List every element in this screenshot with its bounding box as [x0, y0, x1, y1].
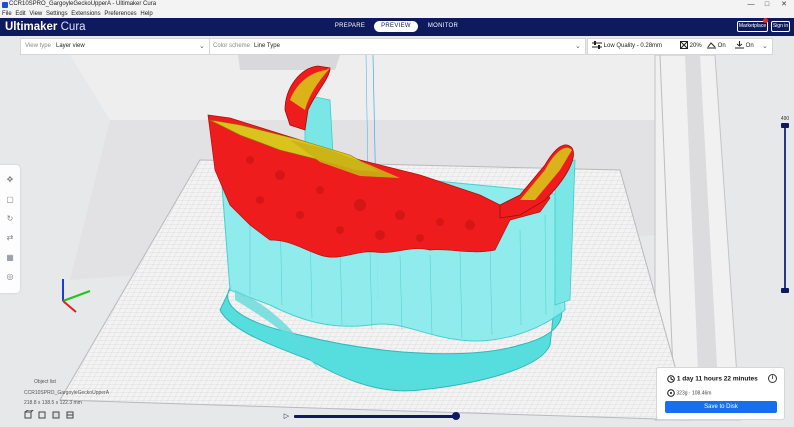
build-plate-viewport[interactable] [0, 0, 794, 427]
chevron-down-icon[interactable]: ⌄ [199, 39, 205, 54]
support-value: On [717, 43, 726, 49]
spool-icon [667, 389, 675, 397]
3d-view-icon[interactable] [24, 410, 34, 419]
infill-icon [680, 41, 688, 50]
maximize-button[interactable]: □ [760, 0, 774, 10]
material-estimate-row: 323g · 108.46m [667, 389, 711, 397]
sign-in-button[interactable]: Sign in [771, 21, 790, 32]
cura-logo: Ultimaker Cura [5, 21, 86, 33]
color-scheme-dropdown[interactable]: Line Type [254, 39, 280, 54]
menu-file[interactable]: File [2, 10, 12, 18]
print-info-icon[interactable]: i [768, 374, 777, 383]
menu-preferences[interactable]: Preferences [104, 10, 136, 18]
support-blocker-icon[interactable]: ◎ [5, 272, 15, 282]
cura-app-icon [2, 2, 8, 8]
layer-slider-top-handle[interactable] [781, 123, 789, 128]
tab-prepare[interactable]: PREPARE [333, 21, 367, 32]
object-dimensions: 218.8 x 138.5 x 122.3 mm [24, 400, 82, 406]
adhesion-value: On [745, 43, 754, 49]
menu-edit[interactable]: Edit [15, 10, 25, 18]
print-time: 1 day 11 hours 22 minutes [676, 375, 758, 383]
path-slider-handle[interactable] [452, 412, 460, 420]
clock-icon [667, 375, 675, 383]
app-header: Ultimaker Cura PREPARE PREVIEW MONITOR M… [0, 18, 794, 36]
move-tool-icon[interactable]: ✥ [5, 175, 15, 185]
window-title: CCR10SPRO_GargoyleGeckoUpperA - Ultimake… [9, 1, 157, 7]
per-model-settings-icon[interactable]: ▦ [5, 253, 15, 263]
adhesion-icon [735, 41, 744, 49]
left-view-icon[interactable] [66, 411, 74, 419]
tab-preview[interactable]: PREVIEW [374, 21, 418, 32]
window-titlebar: CCR10SPRO_GargoyleGeckoUpperA - Ultimake… [0, 0, 794, 10]
front-view-icon[interactable] [38, 411, 46, 419]
camera-view-buttons [24, 410, 74, 419]
tool-panel: ✥ ▢ ↻ ⇄ ▦ ◎ [0, 165, 20, 293]
mirror-tool-icon[interactable]: ⇄ [5, 233, 15, 243]
object-name: CCR10SPRO_GargoyleGeckoUpperA [24, 390, 110, 396]
menu-settings[interactable]: Settings [46, 10, 68, 18]
menu-bar: File Edit View Settings Extensions Prefe… [0, 10, 794, 18]
color-scheme-label: Color scheme [213, 43, 251, 49]
minimize-button[interactable]: — [744, 0, 758, 10]
close-button[interactable]: ✕ [777, 0, 791, 10]
view-type-dropdown[interactable]: Layer view [56, 39, 85, 54]
menu-help[interactable]: Help [140, 10, 152, 18]
infill-value: 20% [689, 43, 702, 49]
menu-extensions[interactable]: Extensions [71, 10, 100, 18]
view-settings-bar: View type Layer view ⌄ Color scheme Line… [20, 38, 586, 55]
top-view-icon[interactable] [52, 411, 60, 419]
sliders-icon [592, 41, 602, 50]
estimate-time-row: 1 day 11 hours 22 minutes [667, 375, 758, 383]
layer-slider-track[interactable] [784, 123, 786, 293]
object-list-header[interactable]: Object list [34, 379, 56, 385]
adhesion-item[interactable]: On [735, 39, 754, 54]
cura-window: CCR10SPRO_GargoyleGeckoUpperA - Ultimake… [0, 0, 794, 427]
marketplace-notification-badge [763, 18, 768, 23]
print-action-panel: 1 day 11 hours 22 minutes i 323g · 108.4… [656, 367, 785, 420]
divider [209, 39, 210, 54]
chevron-down-icon[interactable]: ⌄ [762, 39, 768, 54]
tab-monitor[interactable]: MONITOR [425, 21, 461, 32]
menu-view[interactable]: View [29, 10, 42, 18]
profile-value: Low Quality - 0.28mm [603, 43, 663, 49]
support-item[interactable]: On [707, 39, 726, 54]
support-icon [707, 42, 716, 49]
play-simulation-button[interactable]: ▷ [282, 412, 291, 421]
layer-slider-bottom-handle[interactable] [781, 288, 789, 293]
view-type-label: View type [25, 43, 51, 49]
save-to-disk-button[interactable]: Save to Disk [665, 401, 777, 413]
print-settings-panel[interactable]: Low Quality - 0.28mm 20% On On ⌄ [587, 38, 773, 55]
scale-tool-icon[interactable]: ▢ [5, 195, 15, 205]
path-slider-track[interactable] [294, 415, 456, 418]
infill-item[interactable]: 20% [680, 39, 702, 54]
rotate-tool-icon[interactable]: ↻ [5, 214, 15, 224]
profile-item[interactable]: Low Quality - 0.28mm [592, 39, 662, 54]
material-amount: 323g · 108.46m [676, 390, 712, 397]
chevron-down-icon[interactable]: ⌄ [575, 39, 581, 54]
